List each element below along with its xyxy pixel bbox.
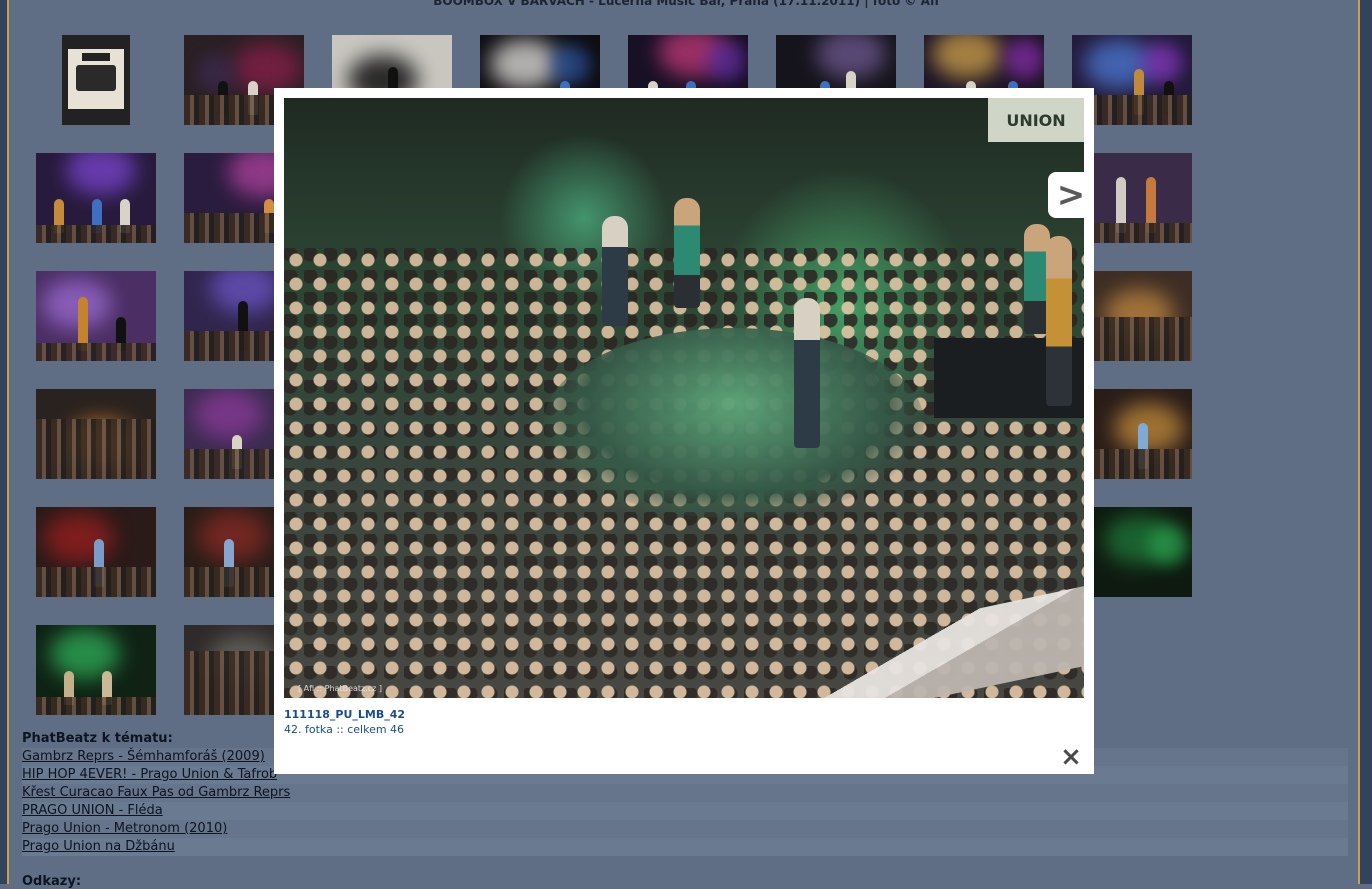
page-title: BOOMBOX V BARVÁCH - Lucerna Music Bar, P… — [433, 0, 939, 8]
poster-image — [68, 49, 124, 109]
photo-musician — [602, 216, 628, 326]
close-lightbox-button[interactable]: × — [1058, 744, 1084, 770]
photo-banner: UNION — [988, 98, 1084, 142]
gallery-thumbnail[interactable] — [36, 507, 156, 597]
gallery-thumbnail[interactable] — [1094, 389, 1192, 479]
gallery-thumbnail[interactable] — [1094, 153, 1192, 243]
gallery-thumbnail[interactable] — [36, 389, 156, 479]
links-heading: Odkazy: — [22, 874, 82, 889]
related-link[interactable]: Prago Union - Metronom (2010) — [22, 820, 1348, 838]
photo-stage — [544, 328, 924, 518]
photo-musician — [794, 298, 820, 448]
page-frame-left — [0, 0, 9, 884]
photo-title: 111118_PU_LMB_42 — [284, 708, 406, 721]
gallery-thumbnail[interactable] — [36, 271, 156, 361]
next-photo-button[interactable]: > — [1048, 172, 1094, 218]
chevron-right-icon: > — [1056, 175, 1086, 215]
related-link[interactable]: Křest Curacao Faux Pas od Gambrz Reprs — [22, 784, 1348, 802]
gallery-thumbnail[interactable] — [1094, 271, 1192, 361]
page-frame-right — [1358, 0, 1372, 884]
gallery-thumbnail[interactable] — [36, 153, 156, 243]
photo-musician — [674, 198, 700, 308]
close-icon: × — [1060, 742, 1082, 772]
gallery-thumbnail[interactable] — [62, 35, 130, 125]
photo-musician — [1046, 236, 1072, 406]
photo-credit: [ Afi :: PhatBeatz.cz ] — [298, 684, 383, 693]
lightbox-photo[interactable]: UNION [ Afi :: PhatBeatz.cz ] — [284, 98, 1084, 698]
gallery-thumbnail[interactable] — [1094, 507, 1192, 597]
gallery-thumbnail[interactable] — [36, 625, 156, 715]
related-link[interactable]: PRAGO UNION - Fléda — [22, 802, 1348, 820]
lightbox: UNION [ Afi :: PhatBeatz.cz ] > 111118_P… — [274, 88, 1094, 774]
related-link[interactable]: Prago Union na Džbánu — [22, 838, 1348, 856]
photo-counter: 42. fotka :: celkem 46 — [284, 723, 405, 736]
